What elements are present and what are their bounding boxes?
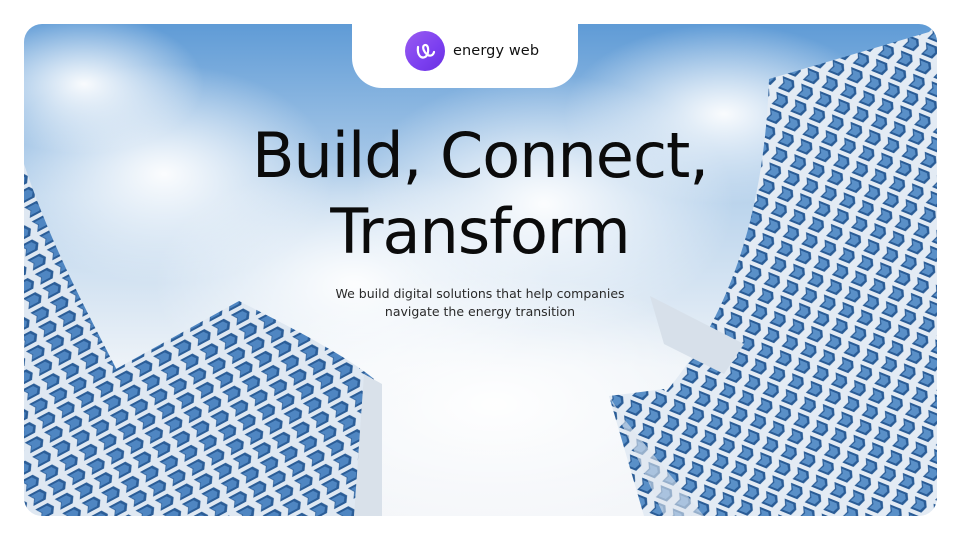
subheadline-line-1: We build digital solutions that help com…	[335, 286, 625, 301]
brand-logo[interactable]: energy web	[405, 30, 539, 72]
headline-line-2: Transform	[330, 195, 630, 268]
brand-name: energy web	[453, 43, 540, 59]
headline-line-1: Build, Connect,	[251, 119, 709, 192]
hero-background-image	[24, 24, 937, 516]
subheadline-line-2: navigate the energy transition	[384, 304, 576, 319]
energy-web-logo-icon	[405, 31, 445, 71]
hero-headline: Build, Connect, Transform	[180, 118, 780, 270]
sky-and-towers-illustration	[24, 24, 937, 516]
hero-subheadline: We build digital solutions that help com…	[280, 285, 680, 321]
